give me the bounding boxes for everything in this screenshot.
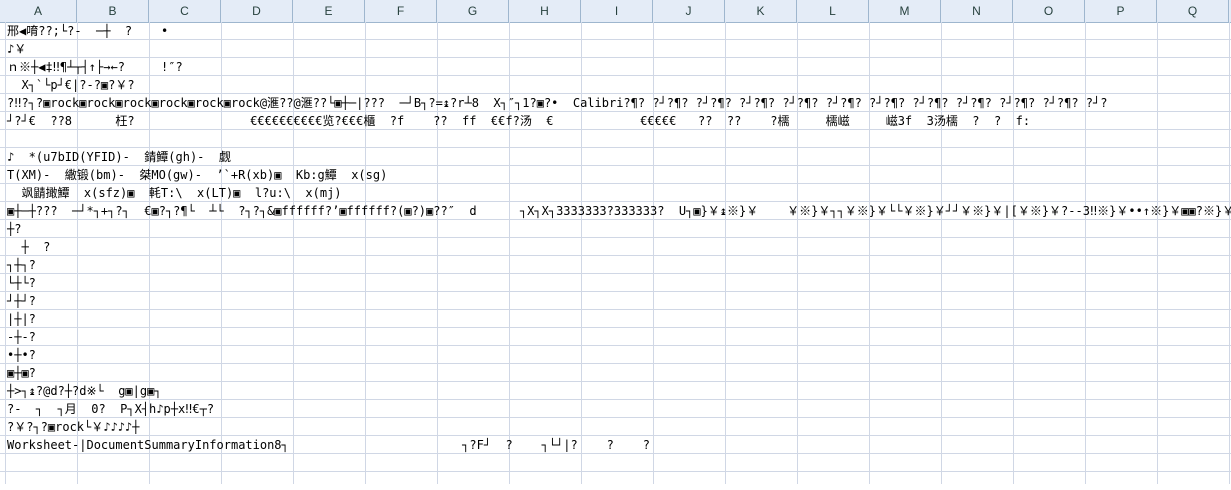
spreadsheet: ABCDEFGHIJKLMNOPQ 邢◀唷??;└?- ─┼ ? • ♪￥ ｎ※┼◀… bbox=[0, 0, 1231, 484]
sheet-row[interactable] bbox=[0, 472, 1231, 490]
sheet-row[interactable]: ┼? bbox=[0, 220, 1231, 238]
cell-text: └┼└? bbox=[7, 276, 36, 290]
column-header-g[interactable]: G bbox=[437, 0, 509, 22]
column-header-h[interactable]: H bbox=[509, 0, 581, 22]
column-header-row: ABCDEFGHIJKLMNOPQ bbox=[0, 0, 1231, 23]
sheet-row[interactable]: •┼•? bbox=[0, 346, 1231, 364]
cell-text: ♪ *(u7bID(YFID)- 錆鱏(gh)- 觑 bbox=[7, 150, 231, 164]
cell-grid[interactable]: 邢◀唷??;└?- ─┼ ? • ♪￥ ｎ※┼◀‡‼¶┴┬┤↑├→←? !″? X┐… bbox=[0, 22, 1231, 484]
column-header-d[interactable]: D bbox=[221, 0, 293, 22]
column-header-n[interactable]: N bbox=[941, 0, 1013, 22]
cell-text: ?- ┐ ┐月 0? P┐X┤h♪p┼x‼€┬? bbox=[7, 402, 215, 416]
column-header-k[interactable]: K bbox=[725, 0, 797, 22]
sheet-row[interactable]: Worksheet-|DocumentSummaryInformation8┐ … bbox=[0, 436, 1231, 454]
sheet-row[interactable]: ┼>┐↨?@d?┼?d※└ g▣|g▣┐ bbox=[0, 382, 1231, 400]
sheet-row[interactable]: ┐┼┐? bbox=[0, 256, 1231, 274]
sheet-row[interactable]: 飒鼱撖鱏 x(sfz)▣ 軞T:\ x(LT)▣ l?u:\ x(mj) bbox=[0, 184, 1231, 202]
sheet-row[interactable] bbox=[0, 130, 1231, 148]
cell-text: ┼? bbox=[7, 222, 22, 236]
cell-text: ?￥?┐?▣rock└￥♪♪♪♪┼ bbox=[7, 420, 140, 434]
cell-text: 飒鼱撖鱏 x(sfz)▣ 軞T:\ x(LT)▣ l?u:\ x(mj) bbox=[7, 186, 342, 200]
cell-text: Worksheet-|DocumentSummaryInformation8┐ … bbox=[7, 438, 650, 452]
cell-text: T(XM)- 繖锻(bm)- 桀MO(gw)- ’`+R(xb)▣ Kb:g鱏 … bbox=[7, 168, 388, 182]
column-header-p[interactable]: P bbox=[1085, 0, 1157, 22]
sheet-row[interactable]: ┘?┘€ ??8 枉? €€€€€€€€€€览?€€€櫃 ?f ?? ff €€… bbox=[0, 112, 1231, 130]
cell-text: |┼|? bbox=[7, 312, 36, 326]
column-header-j[interactable]: J bbox=[653, 0, 725, 22]
column-header-c[interactable]: C bbox=[149, 0, 221, 22]
column-header-o[interactable]: O bbox=[1013, 0, 1085, 22]
cell-text: 邢◀唷??;└?- ─┼ ? • bbox=[7, 24, 169, 38]
cell-text: ┼ ? bbox=[7, 240, 51, 254]
sheet-row[interactable]: ?‼?┐?▣rock▣rock▣rock▣rock▣rock▣rock@滙??@… bbox=[0, 94, 1231, 112]
sheet-row[interactable]: ♪ *(u7bID(YFID)- 錆鱏(gh)- 觑 bbox=[0, 148, 1231, 166]
sheet-row[interactable]: ▣┼▣? bbox=[0, 364, 1231, 382]
column-header-e[interactable]: E bbox=[293, 0, 365, 22]
sheet-row[interactable] bbox=[0, 454, 1231, 472]
sheet-row[interactable]: T(XM)- 繖锻(bm)- 桀MO(gw)- ’`+R(xb)▣ Kb:g鱏 … bbox=[0, 166, 1231, 184]
sheet-row[interactable]: ?- ┐ ┐月 0? P┐X┤h♪p┼x‼€┬? bbox=[0, 400, 1231, 418]
cell-text: ┘┼┘? bbox=[7, 294, 36, 308]
cell-text: ┼>┐↨?@d?┼?d※└ g▣|g▣┐ bbox=[7, 384, 162, 398]
column-header-m[interactable]: M bbox=[869, 0, 941, 22]
cell-text: ┘?┘€ ??8 枉? €€€€€€€€€€览?€€€櫃 ?f ?? ff €€… bbox=[7, 114, 1031, 128]
sheet-row[interactable]: └┼└? bbox=[0, 274, 1231, 292]
sheet-row[interactable]: -┼-? bbox=[0, 328, 1231, 346]
cell-text: ▣┼─┼??? ─┘*┐+┐?┐ €▣?┐?¶└ ┴└ ?┐?┐&▣ffffff… bbox=[7, 204, 1231, 218]
sheet-row[interactable]: ｎ※┼◀‡‼¶┴┬┤↑├→←? !″? bbox=[0, 58, 1231, 76]
column-header-l[interactable]: L bbox=[797, 0, 869, 22]
cell-text: ┐┼┐? bbox=[7, 258, 36, 272]
cell-text: -┼-? bbox=[7, 330, 36, 344]
column-header-b[interactable]: B bbox=[77, 0, 149, 22]
sheet-row[interactable]: |┼|? bbox=[0, 310, 1231, 328]
cell-text: •┼•? bbox=[7, 348, 36, 362]
sheet-row[interactable]: ▣┼─┼??? ─┘*┐+┐?┐ €▣?┐?¶└ ┴└ ?┐?┐&▣ffffff… bbox=[0, 202, 1231, 220]
sheet-row[interactable]: ♪￥ bbox=[0, 40, 1231, 58]
sheet-row[interactable]: 邢◀唷??;└?- ─┼ ? • bbox=[0, 22, 1231, 40]
sheet-row[interactable]: X┐`└p┘€|?-?▣?￥? bbox=[0, 76, 1231, 94]
sheet-row[interactable]: ┘┼┘? bbox=[0, 292, 1231, 310]
column-header-f[interactable]: F bbox=[365, 0, 437, 22]
sheet-row[interactable]: ?￥?┐?▣rock└￥♪♪♪♪┼ bbox=[0, 418, 1231, 436]
cell-text: ?‼?┐?▣rock▣rock▣rock▣rock▣rock▣rock@滙??@… bbox=[7, 96, 1108, 110]
column-header-a[interactable]: A bbox=[0, 0, 77, 22]
column-header-i[interactable]: I bbox=[581, 0, 653, 22]
sheet-row[interactable]: ┼ ? bbox=[0, 238, 1231, 256]
cell-text: ♪￥ bbox=[7, 42, 27, 56]
column-header-q[interactable]: Q bbox=[1157, 0, 1229, 22]
cell-text: ｎ※┼◀‡‼¶┴┬┤↑├→←? !″? bbox=[7, 60, 183, 74]
cell-text: X┐`└p┘€|?-?▣?￥? bbox=[7, 78, 135, 92]
cell-text: ▣┼▣? bbox=[7, 366, 36, 380]
